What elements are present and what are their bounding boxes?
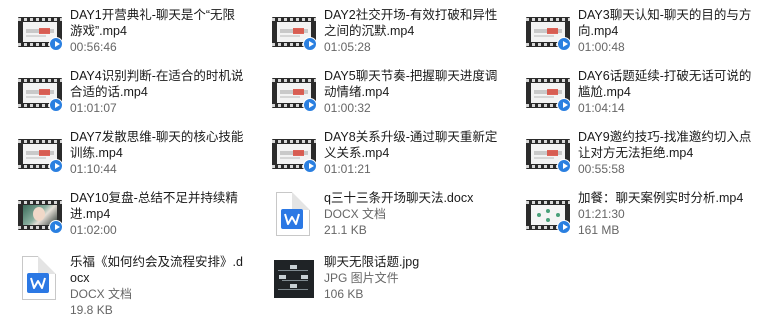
file-size: 19.8 KB xyxy=(70,303,113,317)
video-thumbnail-icon xyxy=(16,70,64,114)
play-badge-icon xyxy=(49,159,63,173)
video-thumbnail-icon xyxy=(16,131,64,175)
file-name: DAY2社交开场-有效打破和异性之间的沉默.mp4 xyxy=(324,8,498,38)
video-thumbnail-icon xyxy=(524,131,572,175)
video-thumbnail-icon xyxy=(16,9,64,53)
file-item[interactable]: DAY3聊天认知-聊天的目的与方向.mp4 01:00:48 xyxy=(508,4,758,60)
video-thumbnail-icon xyxy=(524,70,572,114)
file-item[interactable]: DAY5聊天节奏-把握聊天进度调动情绪.mp4 01:00:32 xyxy=(254,65,504,121)
file-item[interactable]: DAY2社交开场-有效打破和异性之间的沉默.mp4 01:05:28 xyxy=(254,4,504,60)
file-name: DAY6话题延续-打破无话可说的尴尬.mp4 xyxy=(578,69,752,99)
file-duration: 01:02:00 xyxy=(70,223,117,237)
play-badge-icon xyxy=(49,220,63,234)
play-badge-icon xyxy=(303,159,317,173)
video-thumbnail-icon xyxy=(270,131,318,175)
file-duration: 01:05:28 xyxy=(324,40,371,54)
file-item[interactable]: 加餐：聊天案例实时分析.mp4 01:21:30 161 MB xyxy=(508,187,758,247)
file-item[interactable]: 聊天无限话题.jpg JPG 图片文件 106 KB xyxy=(254,251,504,311)
file-name: 聊天无限话题.jpg xyxy=(324,255,420,269)
file-item[interactable]: DAY7发散思维-聊天的核心技能训练.mp4 01:10:44 xyxy=(0,126,250,182)
file-item[interactable]: q三十三条开场聊天法.docx DOCX 文档 21.1 KB xyxy=(254,187,504,247)
file-item[interactable]: DAY1开营典礼-聊天是个“无限游戏”.mp4 00:56:46 xyxy=(0,4,250,60)
file-item[interactable]: DAY6话题延续-打破无话可说的尴尬.mp4 01:04:14 xyxy=(508,65,758,121)
file-duration: 01:01:21 xyxy=(324,162,371,176)
video-thumbnail-icon xyxy=(524,192,572,236)
file-duration: 00:56:46 xyxy=(70,40,117,54)
video-thumbnail-icon xyxy=(270,9,318,53)
file-size: 161 MB xyxy=(578,223,620,237)
file-grid: DAY1开营典礼-聊天是个“无限游戏”.mp4 00:56:46 DAY2社交开… xyxy=(0,0,772,317)
video-thumbnail-icon xyxy=(524,9,572,53)
file-type: DOCX 文档 xyxy=(324,207,387,221)
file-duration: 01:00:48 xyxy=(578,40,625,54)
file-name: q三十三条开场聊天法.docx xyxy=(324,191,474,205)
file-name: DAY1开营典礼-聊天是个“无限游戏”.mp4 xyxy=(70,8,236,38)
file-duration: 01:00:32 xyxy=(324,101,371,115)
play-badge-icon xyxy=(303,37,317,51)
file-duration: 01:01:07 xyxy=(70,101,117,115)
file-name: DAY10复盘-总结不足并持续精进.mp4 xyxy=(70,191,238,221)
video-thumbnail-icon xyxy=(16,192,64,236)
file-name: DAY4识别判断-在适合的时机说合适的话.mp4 xyxy=(70,69,244,99)
file-item[interactable]: DAY10复盘-总结不足并持续精进.mp4 01:02:00 xyxy=(0,187,250,243)
play-badge-icon xyxy=(303,98,317,112)
file-item[interactable]: DAY8关系升级-通过聊天重新定义关系.mp4 01:01:21 xyxy=(254,126,504,182)
play-badge-icon xyxy=(49,98,63,112)
image-thumbnail-icon xyxy=(270,256,318,300)
file-duration: 00:55:58 xyxy=(578,162,625,176)
word-document-icon xyxy=(270,192,318,236)
file-size: 21.1 KB xyxy=(324,223,367,237)
play-badge-icon xyxy=(557,159,571,173)
play-badge-icon xyxy=(557,220,571,234)
file-duration: 01:10:44 xyxy=(70,162,117,176)
file-item[interactable]: DAY4识别判断-在适合的时机说合适的话.mp4 01:01:07 xyxy=(0,65,250,121)
file-duration: 01:21:30 xyxy=(578,207,625,221)
file-name: DAY5聊天节奏-把握聊天进度调动情绪.mp4 xyxy=(324,69,498,99)
file-name: 乐福《如何约会及流程安排》.docx xyxy=(70,255,243,285)
play-badge-icon xyxy=(557,98,571,112)
word-document-icon xyxy=(16,256,64,300)
file-name: DAY8关系升级-通过聊天重新定义关系.mp4 xyxy=(324,130,498,160)
file-item[interactable]: 乐福《如何约会及流程安排》.docx DOCX 文档 19.8 KB xyxy=(0,251,250,317)
play-badge-icon xyxy=(557,37,571,51)
file-duration: 01:04:14 xyxy=(578,101,625,115)
file-type: JPG 图片文件 xyxy=(324,271,399,285)
file-name: DAY3聊天认知-聊天的目的与方向.mp4 xyxy=(578,8,752,38)
play-badge-icon xyxy=(49,37,63,51)
file-name: DAY7发散思维-聊天的核心技能训练.mp4 xyxy=(70,130,244,160)
file-type: DOCX 文档 xyxy=(70,287,133,301)
file-name: 加餐：聊天案例实时分析.mp4 xyxy=(578,191,744,205)
video-thumbnail-icon xyxy=(270,70,318,114)
file-size: 106 KB xyxy=(324,287,364,301)
file-name: DAY9邀约技巧-找准邀约切入点让对方无法拒绝.mp4 xyxy=(578,130,752,160)
file-item[interactable]: DAY9邀约技巧-找准邀约切入点让对方无法拒绝.mp4 00:55:58 xyxy=(508,126,758,182)
